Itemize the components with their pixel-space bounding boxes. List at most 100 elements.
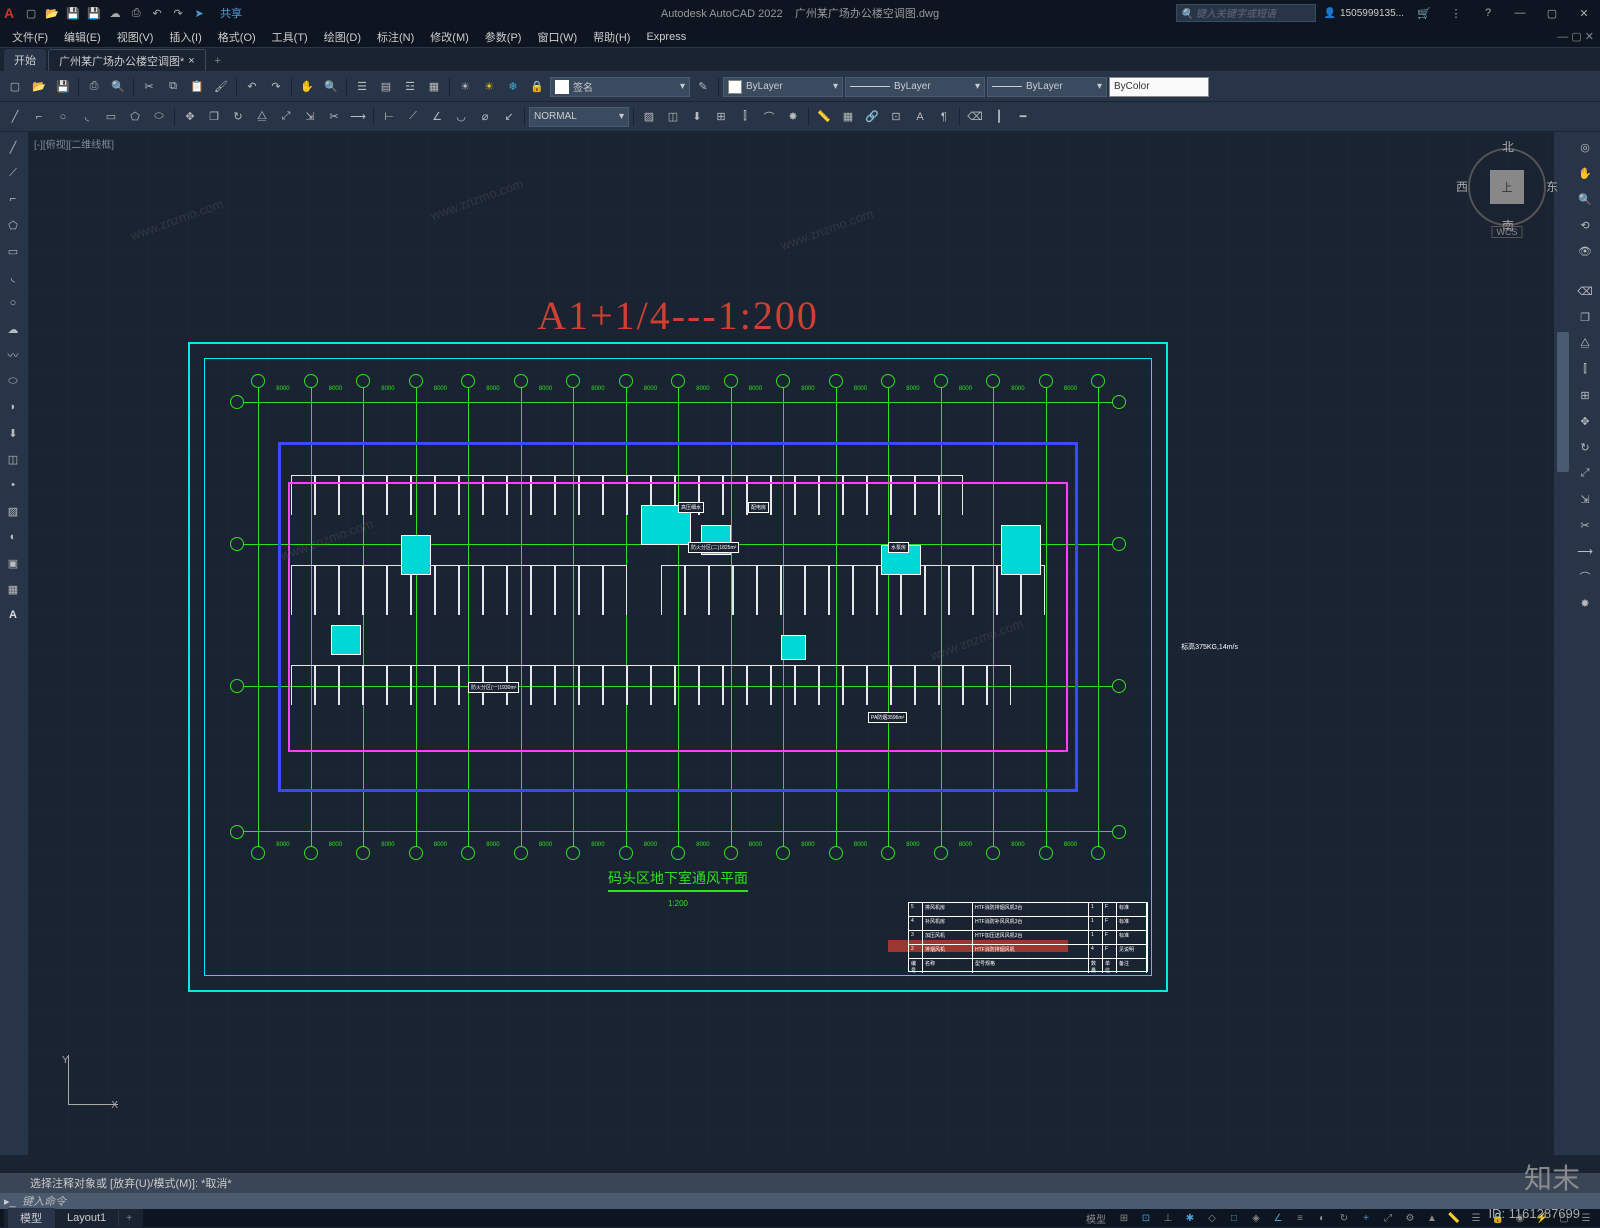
menu-express[interactable]: Express bbox=[640, 29, 692, 45]
qat-undo-icon[interactable]: ↶ bbox=[148, 4, 166, 22]
tb-layer-match-icon[interactable]: ✎ bbox=[692, 76, 714, 98]
tb-dim-aligned-icon[interactable]: ⟋ bbox=[402, 106, 424, 128]
tb-polygon-icon[interactable]: ⬠ bbox=[124, 106, 146, 128]
app-menu-icon[interactable]: ⋮ bbox=[1444, 4, 1468, 22]
tb-plot-icon[interactable]: ⎙ bbox=[83, 76, 105, 98]
rt-extend-icon[interactable]: ⟶ bbox=[1574, 540, 1596, 562]
rt-mirror-icon[interactable]: ⧋ bbox=[1574, 332, 1596, 354]
tb-tool-palette-icon[interactable]: ▦ bbox=[423, 76, 445, 98]
tab-model[interactable]: 模型 bbox=[8, 1208, 55, 1228]
viewport-label[interactable]: [-][俯视][二维线框] bbox=[34, 136, 114, 151]
menu-draw[interactable]: 绘图(D) bbox=[318, 27, 367, 47]
qat-plot-icon[interactable]: ⎙ bbox=[127, 4, 145, 22]
tb-join-icon[interactable]: ━ bbox=[1012, 106, 1034, 128]
sb-annomon-icon[interactable]: ▲ bbox=[1422, 1210, 1442, 1226]
share-link[interactable]: 共享 bbox=[220, 5, 242, 21]
qat-share-arrow-icon[interactable]: ➤ bbox=[190, 4, 208, 22]
lt-circle-icon[interactable]: ○ bbox=[2, 292, 24, 314]
tb-paste-icon[interactable]: 📋 bbox=[186, 76, 208, 98]
menu-modify[interactable]: 修改(M) bbox=[424, 27, 475, 47]
lt-insert-icon[interactable]: ⬇ bbox=[2, 422, 24, 444]
tb-text-icon[interactable]: A bbox=[909, 106, 931, 128]
qat-save-icon[interactable]: 💾 bbox=[64, 4, 82, 22]
sb-transparency-icon[interactable]: ◐ bbox=[1312, 1210, 1332, 1226]
tb-cut-icon[interactable]: ✂ bbox=[138, 76, 160, 98]
tb-ellipse-icon[interactable]: ⬭ bbox=[148, 106, 170, 128]
qat-saveas-icon[interactable]: 💾 bbox=[85, 4, 103, 22]
tb-group-icon[interactable]: ⊡ bbox=[885, 106, 907, 128]
rt-offset-icon[interactable]: ⫿ bbox=[1574, 358, 1596, 380]
tb-undo-icon[interactable]: ↶ bbox=[241, 76, 263, 98]
lt-pline-icon[interactable]: ⌐ bbox=[2, 188, 24, 210]
lt-block-icon[interactable]: ◫ bbox=[2, 448, 24, 470]
rt-stretch-icon[interactable]: ⇲ bbox=[1574, 488, 1596, 510]
close-button[interactable]: ✕ bbox=[1572, 4, 1596, 22]
tb-pline-icon[interactable]: ⌐ bbox=[28, 106, 50, 128]
sb-ortho-icon[interactable]: ⊥ bbox=[1158, 1210, 1178, 1226]
tb-erase-icon[interactable]: ⌫ bbox=[964, 106, 986, 128]
viewcube-west[interactable]: 西 bbox=[1456, 178, 1468, 195]
tb-rect-icon[interactable]: ▭ bbox=[100, 106, 122, 128]
viewcube[interactable]: 上 北 南 西 东 WCS bbox=[1462, 142, 1552, 232]
linetype-selector[interactable]: ByLayer ▾ bbox=[845, 77, 985, 97]
menu-tools[interactable]: 工具(T) bbox=[266, 27, 314, 47]
sb-snap-icon[interactable]: ⊡ bbox=[1136, 1210, 1156, 1226]
tb-dim-diameter-icon[interactable]: ⌀ bbox=[474, 106, 496, 128]
search-input[interactable]: 🔍 键入关键字或短语 bbox=[1176, 4, 1316, 22]
menu-parametric[interactable]: 参数(P) bbox=[479, 27, 528, 47]
tb-move-icon[interactable]: ✥ bbox=[179, 106, 201, 128]
tb-layer-states-icon[interactable]: ☀ bbox=[454, 76, 476, 98]
sb-osnap-icon[interactable]: □ bbox=[1224, 1210, 1244, 1226]
lt-point-icon[interactable]: • bbox=[2, 474, 24, 496]
rt-rotate-icon[interactable]: ↻ bbox=[1574, 436, 1596, 458]
sb-model-label[interactable]: 模型 bbox=[1080, 1210, 1112, 1226]
tb-sheet-icon[interactable]: ▤ bbox=[375, 76, 397, 98]
menu-help[interactable]: 帮助(H) bbox=[587, 27, 636, 47]
sb-dynamic-icon[interactable]: + bbox=[1356, 1210, 1376, 1226]
rt-pan-icon[interactable]: ✋ bbox=[1574, 162, 1596, 184]
tab-close-icon[interactable]: × bbox=[188, 55, 194, 67]
rt-explode-icon[interactable]: ✸ bbox=[1574, 592, 1596, 614]
help-icon[interactable]: ? bbox=[1476, 4, 1500, 22]
lt-xline-icon[interactable]: ⟋ bbox=[2, 162, 24, 184]
rt-show-icon[interactable]: 👁 bbox=[1574, 240, 1596, 262]
tb-arc-icon[interactable]: ◟ bbox=[76, 106, 98, 128]
tb-array-icon[interactable]: ⊞ bbox=[710, 106, 732, 128]
rt-scale-icon[interactable]: ⤢ bbox=[1574, 462, 1596, 484]
tb-insert-icon[interactable]: ⬇ bbox=[686, 106, 708, 128]
lt-region-icon[interactable]: ▣ bbox=[2, 552, 24, 574]
menu-dimension[interactable]: 标注(N) bbox=[371, 27, 420, 47]
tb-new-icon[interactable]: ▢ bbox=[4, 76, 26, 98]
lt-mtext-icon[interactable]: A bbox=[2, 604, 24, 626]
tb-circle-icon[interactable]: ○ bbox=[52, 106, 74, 128]
tb-copy2-icon[interactable]: ❐ bbox=[203, 106, 225, 128]
tb-mtext-icon[interactable]: ¶ bbox=[933, 106, 955, 128]
sb-otrack-icon[interactable]: ∠ bbox=[1268, 1210, 1288, 1226]
qat-web-icon[interactable]: ☁ bbox=[106, 4, 124, 22]
rt-copy-icon[interactable]: ❐ bbox=[1574, 306, 1596, 328]
tab-current-file[interactable]: 广州某广场办公楼空调图* × bbox=[48, 49, 206, 71]
tb-break-icon[interactable]: ┃ bbox=[988, 106, 1010, 128]
tb-copy-icon[interactable]: ⧉ bbox=[162, 76, 184, 98]
cart-icon[interactable]: 🛒 bbox=[1412, 4, 1436, 22]
lt-arc-icon[interactable]: ◟ bbox=[2, 266, 24, 288]
drawing-canvas[interactable]: [-][俯视][二维线框] 上 北 南 西 东 WCS A1+1/4---1:2… bbox=[28, 132, 1572, 1155]
tb-zoom-icon[interactable]: 🔍 bbox=[320, 76, 342, 98]
rt-orbit-icon[interactable]: ⟲ bbox=[1574, 214, 1596, 236]
tb-save-icon[interactable]: 💾 bbox=[52, 76, 74, 98]
tb-stretch-icon[interactable]: ⇲ bbox=[299, 106, 321, 128]
tb-table-icon[interactable]: ▦ bbox=[837, 106, 859, 128]
tb-scale-icon[interactable]: ⤢ bbox=[275, 106, 297, 128]
sb-workspace-icon[interactable]: ⚙ bbox=[1400, 1210, 1420, 1226]
tb-extend-icon[interactable]: ⟶ bbox=[347, 106, 369, 128]
rt-navwheel-icon[interactable]: ◎ bbox=[1574, 136, 1596, 158]
maximize-button[interactable]: ▢ bbox=[1540, 4, 1564, 22]
tb-dim-linear-icon[interactable]: ⊢ bbox=[378, 106, 400, 128]
tb-leader-icon[interactable]: ↙ bbox=[498, 106, 520, 128]
tb-xref-icon[interactable]: 🔗 bbox=[861, 106, 883, 128]
tab-add-layout-icon[interactable]: + bbox=[119, 1210, 139, 1226]
tb-dim-radius-icon[interactable]: ◡ bbox=[450, 106, 472, 128]
lt-table-icon[interactable]: ▦ bbox=[2, 578, 24, 600]
color-selector[interactable]: ByLayer ▾ bbox=[723, 77, 843, 97]
tb-preview-icon[interactable]: 🔍 bbox=[107, 76, 129, 98]
